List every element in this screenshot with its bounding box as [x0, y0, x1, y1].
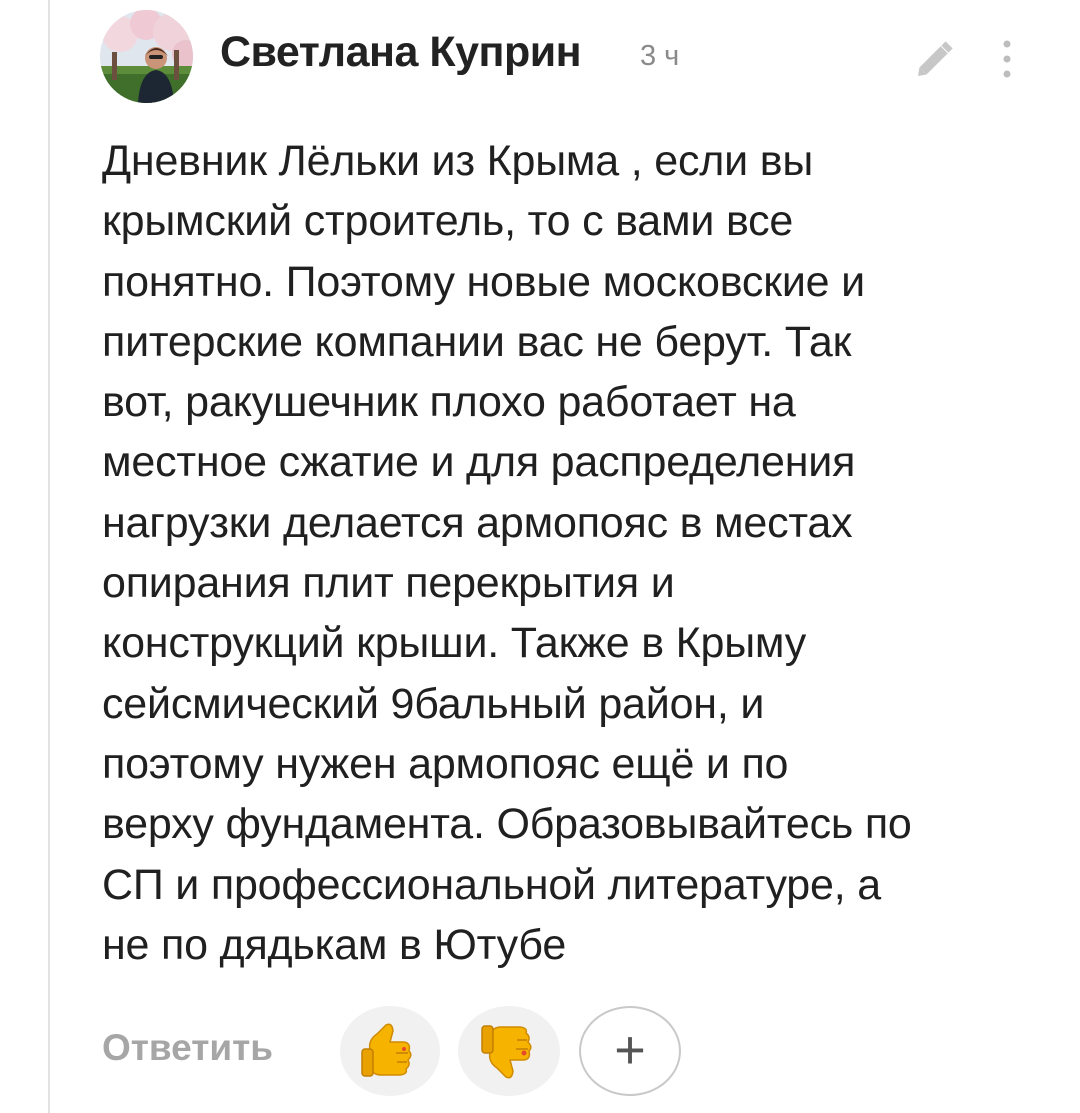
comment-line: понятно. Поэтому новые московские и	[102, 257, 865, 306]
comment-line: вот, ракушечник плохо работает на	[102, 378, 796, 427]
reply-button[interactable]: Ответить	[102, 1027, 273, 1069]
comment-line: питерские компании вас не берут. Так	[102, 317, 852, 366]
author-name[interactable]: Светлана Куприн	[220, 28, 582, 77]
add-reaction-button[interactable]: +	[579, 1006, 681, 1096]
comment-line: крымский строитель, то с вами все	[102, 197, 794, 246]
avatar-photo	[100, 10, 193, 103]
plus-icon: +	[614, 1020, 646, 1080]
comment-line: верху фундамента. Образовывайтесь по	[102, 800, 912, 849]
comment-line: сейсмический 9бальный район, и	[102, 679, 765, 728]
comment-line: не по дядькам в Ютубе	[102, 920, 567, 969]
comment-text: Дневник Лёльки из Крыма , если вы крымски…	[102, 131, 1042, 975]
comment-line: местное сжатие и для распределения	[102, 438, 856, 487]
comment-line: поэтому нужен армопояс ещё и по	[102, 739, 789, 788]
edit-button[interactable]	[908, 32, 962, 86]
avatar[interactable]	[100, 10, 193, 103]
comment-line: конструкций крыши. Также в Крыму	[102, 619, 807, 668]
like-button[interactable]	[340, 1006, 440, 1096]
comment-line: СП и профессиональной литературе, а	[102, 860, 881, 909]
thumbs-up-icon	[361, 1023, 412, 1077]
pencil-icon	[918, 41, 953, 76]
more-options-button[interactable]	[990, 32, 1024, 86]
thread-line	[48, 0, 50, 1113]
vertical-dots-icon	[1003, 40, 1011, 78]
thumbs-down-icon	[481, 1025, 532, 1079]
dislike-button[interactable]	[458, 1006, 560, 1096]
comment-time: 3 ч	[640, 40, 680, 72]
comment-line: Дневник Лёльки из Крыма , если вы	[102, 137, 814, 185]
comment-line: нагрузки делается армопояс в местах	[102, 498, 853, 547]
comment-line: опирания плит перекрытия и	[102, 559, 675, 608]
